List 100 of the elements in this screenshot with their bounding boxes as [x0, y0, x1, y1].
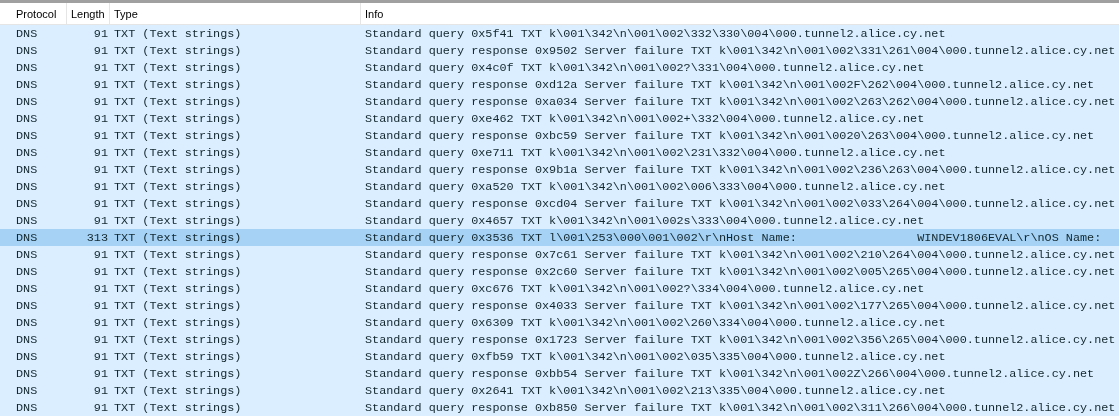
column-header[interactable]: Protocol — [12, 3, 67, 24]
table-cell-text: 91 — [92, 76, 109, 93]
packet-row[interactable]: DNS 91 TXT (Text strings) Standard query 0xe462 TXT k\001\342\n\001\002+\332\004\000.tunnel2.alice.cy.net — [0, 110, 1119, 127]
table-cell-text: Standard query 0xc676 TXT k\001\342\n\001\002?\334\004\000.tunnel2.alice.cy.net — [364, 280, 926, 297]
table-cell-text: Standard query 0xe711 TXT k\001\342\n\001\002\231\332\004\000.tunnel2.alice.cy.net — [364, 144, 947, 161]
packet-row[interactable]: DNS 91 TXT (Text strings) Standard query 0x4657 TXT k\001\342\n\001\002s\333\004\000.tunnel2.alice.cy.net — [0, 212, 1119, 229]
table-cell-text: DNS — [15, 229, 39, 246]
table-cell-text: DNS — [15, 59, 39, 76]
table-cell-text: DNS — [15, 110, 39, 127]
table-cell-text: 91 — [92, 110, 109, 127]
table-cell-text: Standard query 0x5f41 TXT k\001\342\n\001\002\332\330\004\000.tunnel2.alice.cy.net — [364, 25, 947, 42]
packet-row[interactable]: DNS 91 TXT (Text strings) Standard query response 0x9b1a Server failure TXT k\001\342\n\001\002\236\263\004\000.tunnel2.alice.cy.net — [0, 161, 1119, 178]
table-cell-text: DNS — [15, 93, 39, 110]
table-cell-text: DNS — [15, 399, 39, 416]
table-cell-text: Standard query response 0x7c61 Server failure TXT k\001\342\n\001\002\210\264\004\000.tunnel2.alice.cy.net — [364, 246, 1117, 263]
packet-row[interactable]: DNS 91 TXT (Text strings) Standard query response 0x4033 Server failure TXT k\001\342\n\001\002\177\265\004\000.tunnel2.alice.cy.net — [0, 297, 1119, 314]
table-cell-text: 91 — [92, 382, 109, 399]
packet-row[interactable]: DNS 91 TXT (Text strings) Standard query response 0x9502 Server failure TXT k\001\342\n\001\002\331\261\004\000.tunnel2.alice.cy.net — [0, 42, 1119, 59]
packet-row[interactable]: DNS 91 TXT (Text strings) Standard query 0x2641 TXT k\001\342\n\001\002\213\335\004\000.tunnel2.alice.cy.net — [0, 382, 1119, 399]
table-cell-text: TXT (Text strings) — [113, 178, 243, 195]
table-cell-text: TXT (Text strings) — [113, 399, 243, 416]
table-cell-text: DNS — [15, 263, 39, 280]
table-cell-text: DNS — [15, 195, 39, 212]
table-cell-text: TXT (Text strings) — [113, 331, 243, 348]
table-cell-text: 91 — [92, 365, 109, 382]
table-cell-text: 91 — [92, 144, 109, 161]
table-cell-text: TXT (Text strings) — [113, 314, 243, 331]
packet-row[interactable]: DNS 91 TXT (Text strings) Standard query response 0xd12a Server failure TXT k\001\342\n\001\002F\262\004\000.tunnel2.alice.cy.net — [0, 76, 1119, 93]
table-cell-text: 91 — [92, 399, 109, 416]
table-cell-text: TXT (Text strings) — [113, 144, 243, 161]
table-cell-text: TXT (Text strings) — [113, 195, 243, 212]
table-cell-text: DNS — [15, 331, 39, 348]
table-cell-text: TXT (Text strings) — [113, 280, 243, 297]
table-cell-text: Standard query response 0xa034 Server failure TXT k\001\342\n\001\002\263\262\004\000.tunnel2.alice.cy.net — [364, 93, 1117, 110]
packet-row[interactable]: DNS 91 TXT (Text strings) Standard query 0x5f41 TXT k\001\342\n\001\002\332\330\004\000.tunnel2.alice.cy.net — [0, 25, 1119, 42]
packet-row[interactable]: DNS 91 TXT (Text strings) Standard query response 0xb850 Server failure TXT k\001\342\n\001\002\311\266\004\000.tunnel2.alice.cy.net — [0, 399, 1119, 416]
packet-row[interactable]: DNS 91 TXT (Text strings) Standard query response 0x1723 Server failure TXT k\001\342\n\001\002\356\265\004\000.tunnel2.alice.cy.net — [0, 331, 1119, 348]
packet-row[interactable]: DNS 91 TXT (Text strings) Standard query response 0xbb54 Server failure TXT k\001\342\n\001\002Z\266\004\000.tunnel2.alice.cy.net — [0, 365, 1119, 382]
packet-row[interactable]: DNS 91 TXT (Text strings) Standard query response 0xa034 Server failure TXT k\001\342\n\001\002\263\262\004\000.tunnel2.alice.cy.net — [0, 93, 1119, 110]
table-cell-text: 91 — [92, 212, 109, 229]
table-cell-text: TXT (Text strings) — [113, 110, 243, 127]
packet-row[interactable]: DNS 313 TXT (Text strings) Standard query 0x3536 TXT l\001\253\000\001\002\r\nHost Name: WINDEV1806EVAL\r\nOS Name: — [0, 229, 1119, 246]
packet-row[interactable]: DNS 91 TXT (Text strings) Standard query 0x4c0f TXT k\001\342\n\001\002?\331\004\000.tunnel2.alice.cy.net — [0, 59, 1119, 76]
table-cell-text: TXT (Text strings) — [113, 263, 243, 280]
table-cell-text: 91 — [92, 178, 109, 195]
packet-row[interactable]: DNS 91 TXT (Text strings) Standard query 0xe711 TXT k\001\342\n\001\002\231\332\004\000.tunnel2.alice.cy.net — [0, 144, 1119, 161]
packet-row[interactable]: DNS 91 TXT (Text strings) Standard query 0xa520 TXT k\001\342\n\001\002\006\333\004\000.tunnel2.alice.cy.net — [0, 178, 1119, 195]
table-cell-text: 91 — [92, 195, 109, 212]
table-cell-text: 91 — [92, 280, 109, 297]
table-cell-text: TXT (Text strings) — [113, 297, 243, 314]
table-cell-text: 91 — [92, 297, 109, 314]
table-cell-text: TXT (Text strings) — [113, 127, 243, 144]
table-cell-text: DNS — [15, 297, 39, 314]
table-cell-text: 91 — [92, 42, 109, 59]
table-cell-text: 313 — [85, 229, 109, 246]
table-cell-text: TXT (Text strings) — [113, 25, 243, 42]
table-cell-text: DNS — [15, 280, 39, 297]
table-cell-text: TXT (Text strings) — [113, 212, 243, 229]
table-cell-text: DNS — [15, 314, 39, 331]
table-cell-text: DNS — [15, 25, 39, 42]
packet-row[interactable]: DNS 91 TXT (Text strings) Standard query response 0xcd04 Server failure TXT k\001\342\n\001\002\033\264\004\000.tunnel2.alice.cy.net — [0, 195, 1119, 212]
table-cell-text: DNS — [15, 178, 39, 195]
table-cell-text: DNS — [15, 161, 39, 178]
table-cell-text: TXT (Text strings) — [113, 93, 243, 110]
table-cell-text: TXT (Text strings) — [113, 59, 243, 76]
table-cell-text: TXT (Text strings) — [113, 161, 243, 178]
table-cell-text: TXT (Text strings) — [113, 246, 243, 263]
table-cell-text: Standard query 0x4657 TXT k\001\342\n\001\002s\333\004\000.tunnel2.alice.cy.net — [364, 212, 926, 229]
table-cell-text: TXT (Text strings) — [113, 42, 243, 59]
table-cell-text: DNS — [15, 246, 39, 263]
packet-row[interactable]: DNS 91 TXT (Text strings) Standard query response 0xbc59 Server failure TXT k\001\342\n\001\0020\263\004\000.tunnel2.alice.cy.net — [0, 127, 1119, 144]
table-cell-text: Standard query response 0xb850 Server failure TXT k\001\342\n\001\002\311\266\004\000.tunnel2.alice.cy.net — [364, 399, 1117, 416]
table-cell-text: 91 — [92, 246, 109, 263]
table-cell-text: TXT (Text strings) — [113, 382, 243, 399]
packet-row[interactable]: DNS 91 TXT (Text strings) Standard query 0xc676 TXT k\001\342\n\001\002?\334\004\000.tunnel2.alice.cy.net — [0, 280, 1119, 297]
table-cell-text: Standard query response 0x9b1a Server failure TXT k\001\342\n\001\002\236\263\004\000.tunnel2.alice.cy.net — [364, 161, 1117, 178]
table-cell-text: Standard query response 0xbc59 Server failure TXT k\001\342\n\001\0020\263\004\000.tunnel2.alice.cy.net — [364, 127, 1096, 144]
column-header[interactable]: Length — [67, 3, 110, 24]
column-header[interactable]: Info — [361, 3, 1119, 24]
table-cell-text: DNS — [15, 144, 39, 161]
table-cell-text: 91 — [92, 127, 109, 144]
table-cell-text: DNS — [15, 382, 39, 399]
table-cell-text: Standard query 0x2641 TXT k\001\342\n\001\002\213\335\004\000.tunnel2.alice.cy.net — [364, 382, 947, 399]
table-cell-text: Standard query response 0x2c60 Server failure TXT k\001\342\n\001\002\005\265\004\000.tunnel2.alice.cy.net — [364, 263, 1117, 280]
packet-row[interactable]: DNS 91 TXT (Text strings) Standard query response 0x7c61 Server failure TXT k\001\342\n\001\002\210\264\004\000.tunnel2.alice.cy.net — [0, 246, 1119, 263]
table-cell-text: 91 — [92, 314, 109, 331]
packet-row[interactable]: DNS 91 TXT (Text strings) Standard query response 0x2c60 Server failure TXT k\001\342\n\001\002\005\265\004\000.tunnel2.alice.cy.net — [0, 263, 1119, 280]
table-cell-text: Standard query response 0xd12a Server failure TXT k\001\342\n\001\002F\262\004\000.tunnel2.alice.cy.net — [364, 76, 1096, 93]
table-cell-text: DNS — [15, 365, 39, 382]
table-cell-text: Standard query response 0x4033 Server failure TXT k\001\342\n\001\002\177\265\004\000.tunnel2.alice.cy.net — [364, 297, 1117, 314]
packet-row[interactable]: DNS 91 TXT (Text strings) Standard query 0xfb59 TXT k\001\342\n\001\002\035\335\004\000.tunnel2.alice.cy.net — [0, 348, 1119, 365]
table-cell-text: DNS — [15, 76, 39, 93]
table-cell-text: Standard query response 0xcd04 Server failure TXT k\001\342\n\001\002\033\264\004\000.tunnel2.alice.cy.net — [364, 195, 1117, 212]
table-cell-text: Standard query 0xa520 TXT k\001\342\n\001\002\006\333\004\000.tunnel2.alice.cy.net — [364, 178, 947, 195]
table-cell-text: Standard query response 0xbb54 Server failure TXT k\001\342\n\001\002Z\266\004\000.tunnel2.alice.cy.net — [364, 365, 1096, 382]
table-cell-text: Standard query 0x3536 TXT l\001\253\000\001\002\r\nHost Name: WINDEV1806EVAL\r\nOS Name: — [364, 229, 1103, 246]
packet-row[interactable]: DNS 91 TXT (Text strings) Standard query 0x6309 TXT k\001\342\n\001\002\260\334\004\000.tunnel2.alice.cy.net — [0, 314, 1119, 331]
table-cell-text: 91 — [92, 93, 109, 110]
table-cell-text: DNS — [15, 212, 39, 229]
column-header[interactable]: Type — [110, 3, 361, 24]
